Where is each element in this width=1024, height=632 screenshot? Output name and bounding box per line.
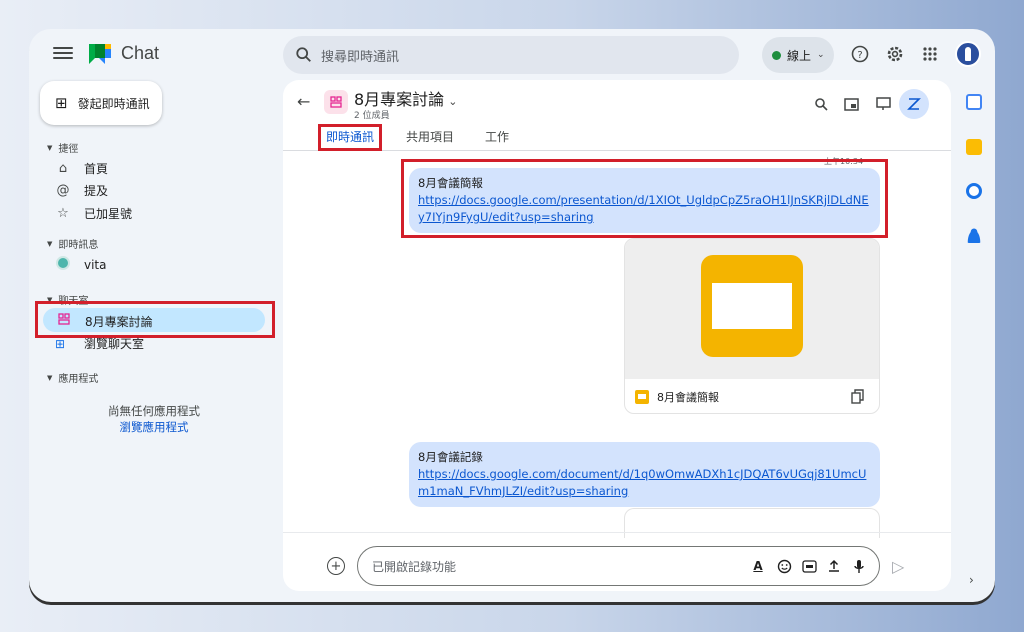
- copy-icon[interactable]: [851, 389, 865, 405]
- new-chat-button[interactable]: ⊞ 發起即時通訊: [40, 81, 162, 125]
- collapse-triangle-icon: ▼: [47, 143, 53, 152]
- room-title-button[interactable]: 8月專案討論 ⌄: [354, 86, 457, 110]
- no-apps-text: 尚無任何應用程式: [108, 404, 200, 418]
- compose-divider: [283, 532, 951, 533]
- home-icon: ⌂: [58, 160, 68, 176]
- app-title: Chat: [121, 43, 160, 63]
- shortcuts-header-label: 捷徑: [58, 144, 79, 155]
- open-in-window-icon[interactable]: [873, 94, 893, 114]
- send-icon[interactable]: ▷: [892, 557, 904, 576]
- sidebar-item-label: 提及: [84, 183, 109, 198]
- browse-apps-link[interactable]: 瀏覽應用程式: [29, 419, 279, 435]
- browse-rooms-icon: ⊞: [55, 336, 66, 351]
- collapse-triangle-icon: ▼: [47, 373, 53, 382]
- status-dot-icon: [772, 50, 781, 60]
- sidebar-item-label: vita: [84, 258, 107, 272]
- emoji-icon[interactable]: [775, 557, 793, 575]
- sidebar-item-mentions[interactable]: @ 提及: [55, 179, 109, 201]
- back-arrow-icon[interactable]: ←: [297, 92, 310, 111]
- contacts-icon[interactable]: [966, 227, 982, 243]
- sidebar-item-dm-vita[interactable]: vita: [55, 254, 107, 276]
- main-menu-icon[interactable]: [53, 44, 73, 64]
- status-label: 線上: [787, 48, 812, 63]
- user-avatar-icon: [55, 256, 71, 274]
- star-icon: ☆: [57, 205, 69, 221]
- search-icon: [296, 47, 311, 62]
- search-in-room-icon[interactable]: [811, 94, 831, 114]
- collapse-triangle-icon: ▼: [47, 239, 53, 248]
- attachment-preview-card[interactable]: 8月會議簡報: [624, 238, 880, 414]
- dm-header-label: 即時訊息: [58, 240, 99, 251]
- attachment-preview-card-partial: [624, 508, 880, 538]
- chat-logo-icon: [89, 44, 111, 64]
- tab-tasks[interactable]: 工作: [485, 128, 509, 145]
- slides-logo-icon: [701, 255, 803, 357]
- keep-icon[interactable]: [966, 139, 982, 155]
- room-panel: ← 8月專案討論 ⌄ 2 位成員 即時通訊 共用項目 工作 上午10:34 8月…: [283, 80, 951, 591]
- attachment-thumbnail: [625, 239, 879, 379]
- help-icon[interactable]: ?: [849, 43, 871, 65]
- upload-icon[interactable]: [825, 557, 843, 575]
- chat-window: Chat 搜尋即時通訊 線上 ⌄ ? ⊞ 發起即時通訊 ▼ 捷徑 ⌂ 首頁 @ …: [29, 29, 995, 602]
- sidebar-item-starred[interactable]: ☆ 已加星號: [55, 202, 132, 224]
- sidebar-item-label: 已加星號: [84, 206, 133, 221]
- calendar-icon[interactable]: [966, 94, 982, 110]
- new-chat-label: 發起即時通訊: [77, 96, 150, 111]
- browse-rooms-link[interactable]: ⊞ 瀏覽聊天室: [55, 335, 144, 352]
- gemini-summary-icon[interactable]: [899, 89, 929, 119]
- gif-icon[interactable]: [800, 557, 818, 575]
- apps-header-label: 應用程式: [58, 374, 99, 385]
- tab-shared[interactable]: 共用項目: [406, 128, 454, 145]
- settings-gear-icon[interactable]: [884, 43, 906, 65]
- search-placeholder: 搜尋即時通訊: [321, 49, 400, 65]
- sidebar-item-label: 首頁: [84, 161, 109, 176]
- apps-section-header[interactable]: ▼ 應用程式: [47, 370, 99, 386]
- tabs-divider: [283, 150, 951, 151]
- microphone-icon[interactable]: [850, 557, 868, 575]
- attachment-footer: 8月會議簡報: [625, 379, 879, 413]
- add-attachment-icon[interactable]: +: [327, 557, 345, 575]
- search-bar[interactable]: 搜尋即時通訊: [283, 36, 739, 74]
- sidebar-item-home[interactable]: ⌂ 首頁: [55, 157, 108, 179]
- account-avatar[interactable]: [955, 41, 981, 67]
- svg-text:?: ?: [857, 50, 862, 61]
- message-link[interactable]: https://docs.google.com/document/d/1q0wO…: [418, 466, 871, 500]
- dm-section-header[interactable]: ▼ 即時訊息: [47, 236, 99, 252]
- message-title: 8月會議記錄: [418, 450, 483, 464]
- mention-icon: @: [56, 182, 70, 198]
- format-text-icon[interactable]: A: [749, 557, 767, 575]
- room-avatar-icon: [324, 90, 348, 114]
- expand-panel-chevron-icon[interactable]: ›: [969, 573, 974, 587]
- picture-in-picture-icon[interactable]: [841, 94, 861, 114]
- tasks-icon[interactable]: [966, 183, 982, 199]
- browse-rooms-label: 瀏覽聊天室: [84, 337, 145, 351]
- highlight-box-room: [35, 301, 275, 338]
- message-input-placeholder: 已開啟記錄功能: [372, 559, 457, 574]
- chevron-down-icon: ⌄: [817, 50, 825, 60]
- shortcuts-section-header[interactable]: ▼ 捷徑: [47, 140, 79, 156]
- room-member-count: 2 位成員: [354, 111, 390, 121]
- highlight-box-message: [401, 159, 888, 238]
- chevron-down-icon: ⌄: [448, 95, 458, 108]
- attachment-name: 8月會議簡報: [657, 391, 719, 404]
- status-dropdown[interactable]: 線上 ⌄: [762, 37, 834, 73]
- room-title: 8月專案討論: [354, 90, 445, 109]
- new-chat-icon: ⊞: [55, 94, 68, 112]
- slides-file-icon: [635, 390, 649, 404]
- highlight-box-tab: [318, 124, 382, 151]
- message-bubble: 8月會議記錄 https://docs.google.com/document/…: [409, 442, 880, 507]
- apps-grid-icon[interactable]: [919, 43, 941, 65]
